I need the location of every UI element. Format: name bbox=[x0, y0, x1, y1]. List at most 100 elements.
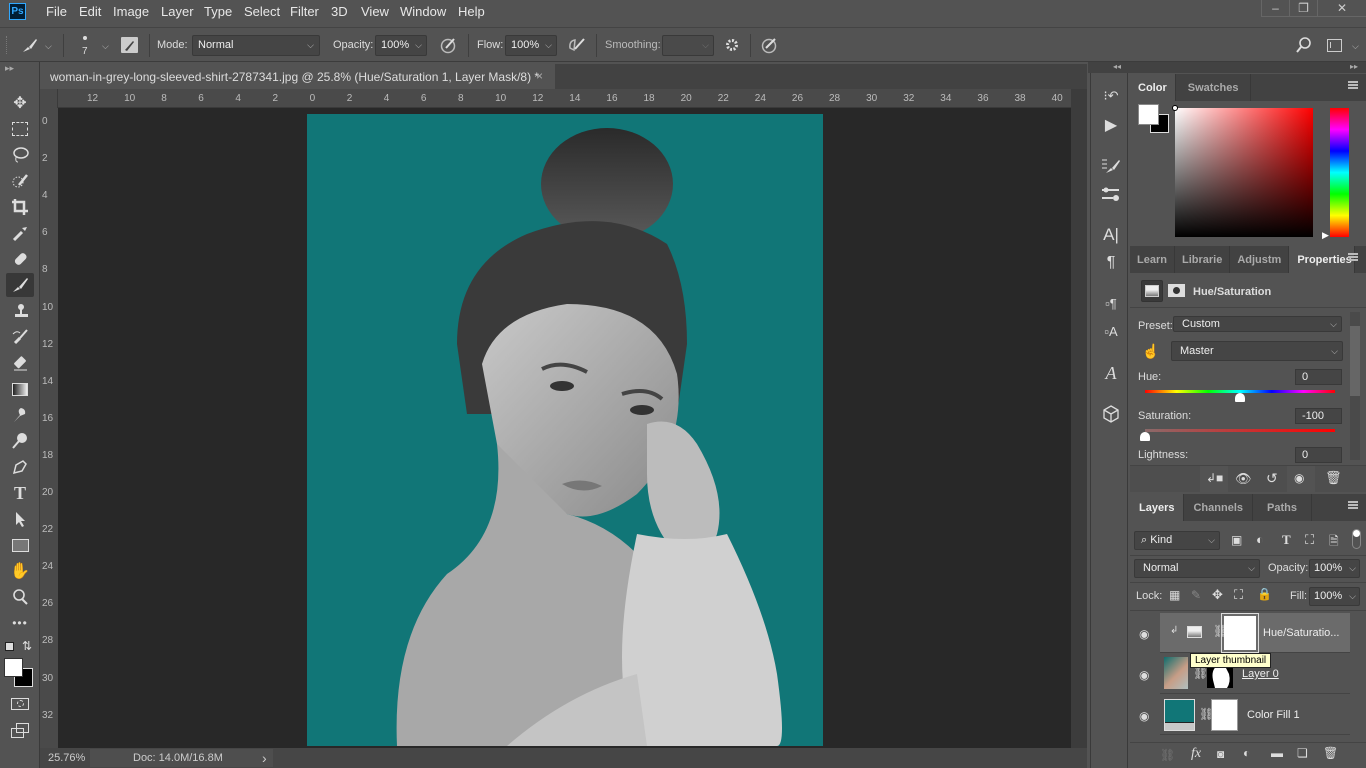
preset-select[interactable]: Custom ⌵ bbox=[1173, 316, 1342, 332]
pressure-opacity-icon[interactable] bbox=[439, 36, 457, 54]
lightness-input[interactable]: 0 bbox=[1295, 447, 1342, 463]
lock-image-pixels-icon[interactable]: ✎ bbox=[1191, 588, 1201, 602]
shape-layer-filter-icon[interactable]: ⛶ bbox=[1305, 532, 1314, 548]
toggle-visibility-button[interactable]: ◉ bbox=[1287, 466, 1315, 493]
grip-handle[interactable] bbox=[6, 36, 9, 54]
workspace-icon[interactable] bbox=[1327, 39, 1342, 52]
tab-libraries[interactable]: Librarie bbox=[1175, 246, 1231, 273]
menu-view[interactable]: View bbox=[361, 4, 389, 19]
document-image[interactable] bbox=[307, 114, 823, 746]
menu-file[interactable]: File bbox=[46, 4, 67, 19]
history-panel-button[interactable]: ⁝↶ bbox=[1100, 85, 1122, 107]
vertical-ruler[interactable]: 0 2 4 6 8 10 12 14 16 18 20 22 24 26 28 30 32 bbox=[40, 108, 58, 748]
dodge-tool[interactable] bbox=[6, 429, 34, 453]
link-layers-icon[interactable]: ⛓ bbox=[1160, 748, 1175, 762]
hue-slider-thumb[interactable] bbox=[1235, 393, 1245, 402]
collapse-toolbox-icon[interactable]: ▸▸ bbox=[5, 63, 14, 74]
quick-selection-tool[interactable] bbox=[6, 169, 34, 193]
document-tab[interactable]: woman-in-grey-long-sleeved-shirt-2787341… bbox=[40, 64, 555, 89]
canvas-vertical-scrollbar[interactable] bbox=[1071, 89, 1087, 748]
search-icon[interactable] bbox=[1296, 37, 1312, 53]
close-window-button[interactable]: ✕ bbox=[1317, 0, 1366, 17]
menu-type[interactable]: Type bbox=[204, 4, 232, 19]
clip-to-layer-button[interactable]: ↲■ bbox=[1200, 466, 1228, 493]
layer-mask-thumbnail[interactable] bbox=[1221, 613, 1259, 653]
zoom-level[interactable]: 25.76% bbox=[48, 752, 85, 764]
flow-input[interactable]: 100% ⌵ bbox=[505, 35, 557, 56]
color-picker-cursor[interactable] bbox=[1172, 105, 1178, 111]
opacity-input[interactable]: 100% ⌵ bbox=[375, 35, 427, 56]
tool-preset-chevron-icon[interactable]: ⌵ bbox=[45, 41, 52, 52]
gradient-tool[interactable] bbox=[6, 377, 34, 401]
new-layer-icon[interactable]: ❏ bbox=[1297, 746, 1308, 760]
glyphs-panel-button[interactable]: A bbox=[1100, 362, 1122, 384]
tab-layers[interactable]: Layers bbox=[1130, 494, 1185, 521]
pen-tool[interactable] bbox=[6, 455, 34, 479]
smoothing-input[interactable]: ⌵ bbox=[662, 35, 714, 56]
brush-picker-chevron-icon[interactable]: ⌵ bbox=[102, 41, 109, 52]
actions-panel-button[interactable]: ▶ bbox=[1100, 114, 1122, 136]
quick-mask-button[interactable] bbox=[11, 698, 29, 710]
status-menu-arrow-icon[interactable]: › bbox=[262, 750, 267, 766]
eye-icon[interactable]: ◉ bbox=[1139, 709, 1153, 723]
tab-learn[interactable]: Learn bbox=[1130, 246, 1175, 273]
lock-position-icon[interactable]: ✥ bbox=[1212, 587, 1223, 603]
mode-select[interactable]: Normal ⌵ bbox=[192, 35, 320, 56]
tab-color[interactable]: Color bbox=[1130, 74, 1176, 101]
view-previous-state-icon[interactable]: 👁 bbox=[1235, 471, 1252, 487]
brush-tool-icon[interactable] bbox=[20, 36, 38, 54]
close-document-icon[interactable]: × bbox=[536, 69, 543, 83]
symmetry-icon[interactable] bbox=[760, 36, 778, 54]
brush-settings-button[interactable] bbox=[1100, 155, 1122, 177]
layer-row-color-fill[interactable]: ⛓ Color Fill 1 bbox=[1160, 695, 1350, 735]
zoom-tool[interactable] bbox=[6, 585, 34, 609]
lock-artboard-icon[interactable]: ⛶ bbox=[1234, 587, 1243, 603]
history-brush-tool[interactable] bbox=[6, 325, 34, 349]
brush-tool[interactable] bbox=[6, 273, 34, 297]
clone-stamp-tool[interactable] bbox=[6, 299, 34, 323]
horizontal-ruler[interactable]: 12 10 8 6 4 2 0 2 4 6 8 10 12 14 16 18 20 22 24 26 28 30 32 34 3… bbox=[58, 89, 1071, 108]
paragraph-panel-button[interactable]: ¶ bbox=[1100, 252, 1122, 274]
saturation-track[interactable] bbox=[1145, 429, 1335, 432]
layer-row-hue-saturation[interactable]: ↲ ⛓ Hue/Saturatio... bbox=[1160, 613, 1350, 653]
add-mask-icon[interactable]: ◙ bbox=[1217, 747, 1224, 761]
adjustment-layer-filter-icon[interactable]: ◐ bbox=[1256, 532, 1264, 547]
menu-help[interactable]: Help bbox=[458, 4, 485, 19]
properties-scrollbar[interactable] bbox=[1350, 312, 1360, 460]
channel-select[interactable]: Master ⌵ bbox=[1171, 341, 1343, 361]
edit-toolbar-button[interactable]: ••• bbox=[6, 611, 34, 635]
rectangle-tool[interactable] bbox=[6, 533, 34, 557]
fx-icon[interactable]: fx bbox=[1191, 746, 1201, 762]
swap-colors-icon[interactable]: ⇅ bbox=[22, 639, 32, 653]
saturation-slider-thumb[interactable] bbox=[1140, 432, 1150, 441]
menu-image[interactable]: Image bbox=[113, 4, 149, 19]
hand-tool[interactable]: ✋ bbox=[6, 559, 34, 583]
restore-button[interactable]: ❐ bbox=[1289, 0, 1317, 17]
layer-name[interactable]: Color Fill 1 bbox=[1247, 709, 1300, 721]
layer-filter-select[interactable]: ⌕ Kind ⌵ bbox=[1134, 531, 1220, 550]
default-colors-icon[interactable] bbox=[5, 642, 14, 651]
lock-all-icon[interactable]: 🔒 bbox=[1257, 587, 1272, 601]
brush-tip-icon[interactable] bbox=[83, 36, 87, 40]
hue-slider[interactable] bbox=[1330, 108, 1349, 237]
link-icon[interactable]: ⛓ bbox=[1193, 666, 1208, 680]
fill-layer-thumbnail[interactable] bbox=[1164, 699, 1195, 731]
layers-panel-menu-icon[interactable] bbox=[1348, 501, 1358, 509]
move-tool[interactable]: ✥ bbox=[6, 91, 34, 115]
layer-name[interactable]: Layer 0 bbox=[1242, 668, 1279, 680]
saturation-value-field[interactable] bbox=[1172, 105, 1313, 237]
fill-input[interactable]: 100% ⌵ bbox=[1309, 587, 1360, 606]
tab-swatches[interactable]: Swatches bbox=[1176, 74, 1252, 101]
character-styles-button[interactable]: ▫A bbox=[1100, 320, 1122, 342]
blend-mode-select[interactable]: Normal ⌵ bbox=[1134, 559, 1260, 578]
airbrush-icon[interactable] bbox=[567, 36, 587, 54]
eye-icon[interactable]: ◉ bbox=[1139, 668, 1153, 682]
smart-object-filter-icon[interactable]: 🗎 bbox=[1329, 532, 1339, 553]
menu-3d[interactable]: 3D bbox=[331, 4, 348, 19]
minimize-button[interactable]: – bbox=[1261, 0, 1289, 17]
paragraph-styles-button[interactable]: ▫¶ bbox=[1100, 292, 1122, 314]
brush-panel-toggle-icon[interactable] bbox=[121, 37, 138, 53]
lasso-tool[interactable] bbox=[6, 143, 34, 167]
ruler-origin[interactable] bbox=[40, 89, 58, 108]
menu-window[interactable]: Window bbox=[400, 4, 446, 19]
